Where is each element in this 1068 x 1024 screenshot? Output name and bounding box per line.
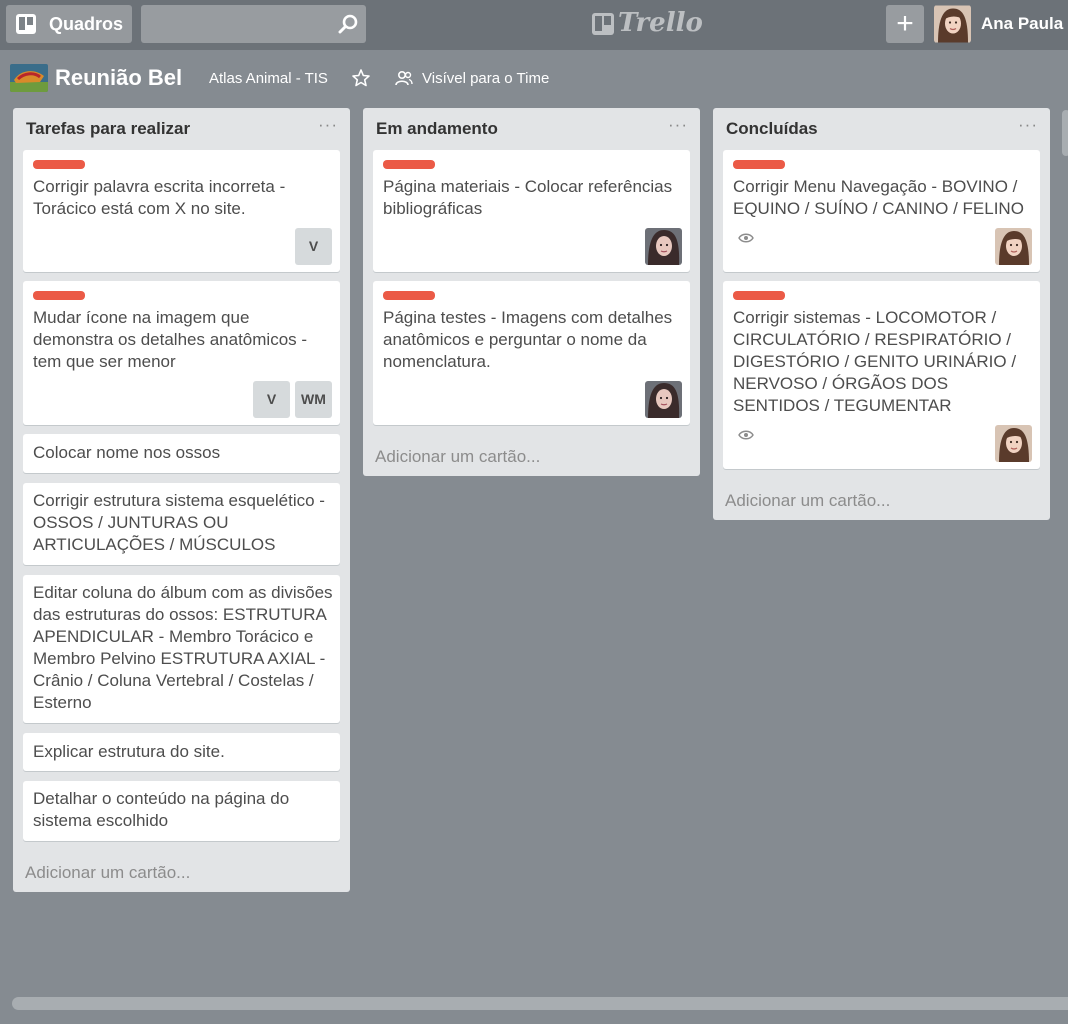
horizontal-scrollbar[interactable] <box>12 997 1068 1010</box>
user-avatar[interactable] <box>934 5 971 43</box>
card-text: Corrigir estrutura sistema esquelético -… <box>33 491 325 554</box>
add-card-link[interactable]: Adicionar um cartão... <box>725 491 890 511</box>
board-icon <box>16 14 36 34</box>
star-icon[interactable] <box>352 69 370 87</box>
top-header: Quadros Trello + Ana Paula <box>0 0 1068 50</box>
eye-icon <box>738 232 754 244</box>
card-text: Corrigir Menu Navegação - BOVINO / EQUIN… <box>733 177 1024 218</box>
member-avatar[interactable] <box>995 425 1032 462</box>
team-icon[interactable] <box>395 70 413 86</box>
boards-button[interactable]: Quadros <box>6 5 132 43</box>
card[interactable]: Colocar nome nos ossos <box>23 434 340 473</box>
board-team-link[interactable]: Atlas Animal - TIS <box>209 70 328 87</box>
card-label-red[interactable] <box>383 291 435 300</box>
card[interactable]: Explicar estrutura do site. <box>23 733 340 771</box>
list-tarefas: Tarefas para realizar ··· Corrigir palav… <box>13 108 350 892</box>
logo-text: Trello <box>618 8 703 38</box>
add-card-link[interactable]: Adicionar um cartão... <box>375 447 540 467</box>
board-visibility[interactable]: Visível para o Time <box>422 70 549 87</box>
trello-logo[interactable]: Trello <box>592 8 703 40</box>
card-text: Colocar nome nos ossos <box>33 443 221 462</box>
card[interactable]: Detalhar o conteúdo na página do sistema… <box>23 781 340 841</box>
add-button[interactable]: + <box>886 5 924 43</box>
member-badge[interactable]: V <box>295 228 332 265</box>
list-title[interactable]: Em andamento <box>376 119 498 139</box>
member-avatar[interactable] <box>645 228 682 265</box>
ellipsis-icon[interactable]: ··· <box>318 115 338 135</box>
card[interactable]: Página testes - Imagens com detalhes ana… <box>373 281 690 425</box>
member-badge[interactable]: WM <box>295 381 332 418</box>
card-text: Editar coluna do álbum com as divisões d… <box>33 583 333 712</box>
card-label-red[interactable] <box>33 291 85 300</box>
search-input[interactable] <box>141 5 347 43</box>
card-label-red[interactable] <box>383 160 435 169</box>
list-em-andamento: Em andamento ··· Página materiais - Colo… <box>363 108 700 476</box>
card-text: Explicar estrutura do site. <box>33 742 225 761</box>
trello-logo-icon <box>592 13 614 35</box>
eye-icon <box>738 429 754 441</box>
avatar-image <box>934 5 971 43</box>
ellipsis-icon[interactable]: ··· <box>1018 115 1038 135</box>
member-avatar[interactable] <box>645 381 682 418</box>
card-text: Corrigir sistemas - LOCOMOTOR / CIRCULAT… <box>733 308 1017 415</box>
card-text: Detalhar o conteúdo na página do sistema… <box>33 789 290 830</box>
card-text: Página testes - Imagens com detalhes ana… <box>383 308 673 371</box>
card[interactable]: Corrigir estrutura sistema esquelético -… <box>23 483 340 565</box>
add-card-link[interactable]: Adicionar um cartão... <box>25 863 190 883</box>
card[interactable]: Corrigir Menu Navegação - BOVINO / EQUIN… <box>723 150 1040 272</box>
list-concluidas: Concluídas ··· Corrigir Menu Navegação -… <box>713 108 1050 520</box>
board-thumbnail-icon <box>10 64 48 92</box>
card-label-red[interactable] <box>733 160 785 169</box>
search-icon[interactable] <box>338 14 358 34</box>
list-title[interactable]: Tarefas para realizar <box>26 119 190 139</box>
boards-label: Quadros <box>49 14 124 34</box>
card[interactable]: Corrigir sistemas - LOCOMOTOR / CIRCULAT… <box>723 281 1040 469</box>
user-name[interactable]: Ana Paula <box>981 14 1063 34</box>
card[interactable]: Mudar ícone na imagem que demonstra os d… <box>23 281 340 425</box>
card[interactable]: Editar coluna do álbum com as divisões d… <box>23 575 340 723</box>
member-badge[interactable]: V <box>253 381 290 418</box>
plus-icon: + <box>896 7 914 40</box>
card-label-red[interactable] <box>733 291 785 300</box>
board-title[interactable]: Reunião Bel <box>55 65 182 91</box>
card-label-red[interactable] <box>33 160 85 169</box>
member-avatar[interactable] <box>995 228 1032 265</box>
vertical-scrollbar[interactable] <box>1062 110 1068 156</box>
card-text: Corrigir palavra escrita incorreta - Tor… <box>33 177 286 218</box>
ellipsis-icon[interactable]: ··· <box>668 115 688 135</box>
card[interactable]: Corrigir palavra escrita incorreta - Tor… <box>23 150 340 272</box>
list-title[interactable]: Concluídas <box>726 119 818 139</box>
search-box[interactable] <box>141 5 366 43</box>
card[interactable]: Página materiais - Colocar referências b… <box>373 150 690 272</box>
card-text: Página materiais - Colocar referências b… <box>383 177 673 218</box>
card-text: Mudar ícone na imagem que demonstra os d… <box>33 308 308 371</box>
